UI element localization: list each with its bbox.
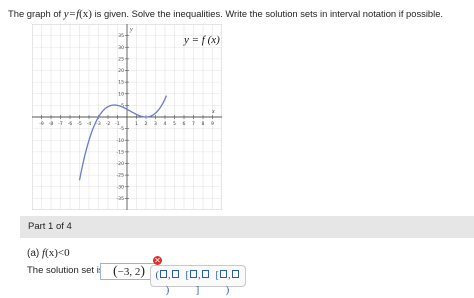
y-tick-label: 35	[118, 33, 124, 39]
x-tick-label: 9	[211, 121, 214, 127]
half-open-interval-button[interactable]: [,)	[214, 268, 241, 296]
y-tick-label: -15	[116, 149, 124, 155]
x-tick-label: -9	[39, 121, 44, 127]
answer-close-bracket: )	[140, 264, 146, 279]
prompt-arg: (x)	[45, 247, 58, 259]
y-tick-label: -10	[116, 138, 124, 144]
x-tick-label: -7	[58, 121, 63, 127]
half-open-interval-right: )	[225, 285, 230, 296]
answer-value: −3, 2	[117, 266, 141, 278]
closed-interval-left: [	[185, 270, 189, 281]
x-tick-label: 6	[183, 121, 186, 127]
y-tick-label: 10	[118, 91, 124, 97]
x-tick-label: -8	[49, 121, 54, 127]
prompt-inequality: f(x)<0	[42, 247, 70, 259]
x-tick-label: 4	[164, 121, 167, 127]
half-open-interval-left: [	[215, 270, 219, 281]
open-interval-button[interactable]: (,)	[154, 268, 181, 296]
y-tick-label: 30	[118, 45, 124, 51]
closed-interval-right: ]	[195, 285, 200, 296]
x-tick-label: 3	[154, 121, 157, 127]
interval-palette: (,) [,] [,)	[150, 265, 246, 296]
x-tick-label: 2	[145, 121, 148, 127]
open-interval-left: (	[155, 270, 159, 281]
part-label: Part 1 of 4	[28, 221, 72, 232]
x-tick-label: -5	[77, 121, 82, 127]
x-tick-label: 8	[202, 121, 205, 127]
y-tick-label: -20	[116, 161, 124, 167]
y-tick-label: 20	[118, 68, 124, 74]
prompt-relation: <0	[57, 247, 70, 259]
y-tick-label: -30	[116, 184, 124, 190]
x-tick-label: 7	[192, 121, 195, 127]
part-header: Part 1 of 4	[20, 216, 474, 238]
closed-interval-button[interactable]: [,]	[184, 268, 211, 296]
question-equation-arg: (x)	[79, 8, 92, 20]
x-axis-label: x	[211, 109, 215, 115]
y-tick-label: -5	[119, 126, 124, 132]
y-axis-label: y	[129, 27, 133, 33]
prompt-prefix: (a)	[27, 248, 42, 259]
x-tick-label: -4	[87, 121, 92, 127]
x-tick-label: -6	[68, 121, 73, 127]
y-tick-label: -35	[116, 196, 124, 202]
open-interval-right: )	[165, 285, 170, 296]
function-graph: x y -9 -8 -7 -6 -5 -4 -3 -2 -1 1 2 3 4 5 6 7 8 9 -35 -30 -25 -…	[32, 24, 222, 210]
x-tick-label: 1	[135, 121, 138, 127]
question-prompt: (a) f(x)<0	[27, 247, 70, 259]
question-text: The graph of y=f(x) is given. Solve the …	[8, 8, 468, 20]
x-tick-label: -2	[106, 121, 111, 127]
x-tick-label: -1	[115, 121, 120, 127]
y-tick-label: 25	[118, 56, 124, 62]
question-prefix: The graph of	[8, 8, 64, 19]
incorrect-x-icon: ✕	[153, 256, 162, 265]
question-equation: y=f	[63, 8, 80, 20]
y-tick-label: 15	[118, 80, 124, 86]
question-suffix: is given. Solve the inequalities. Write …	[91, 8, 444, 19]
x-tick-label: -3	[96, 121, 101, 127]
curve-label: y = f (x)	[183, 34, 220, 46]
y-tick-label: -25	[116, 173, 124, 179]
answer-label: The solution set is	[27, 265, 104, 276]
x-tick-label: 5	[173, 121, 176, 127]
